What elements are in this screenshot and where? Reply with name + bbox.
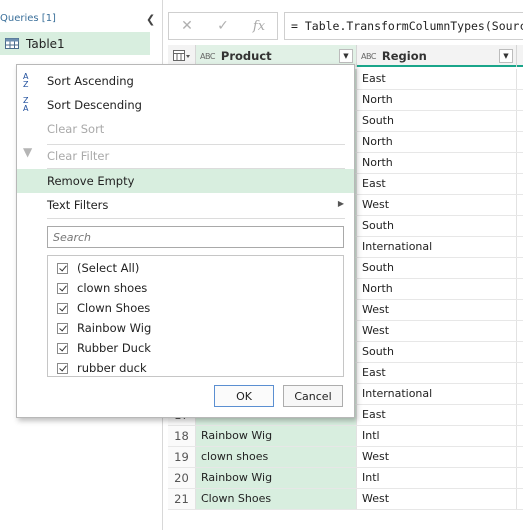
row-number: 21 — [168, 489, 196, 509]
checkbox[interactable] — [57, 322, 68, 334]
sort-ascending-item[interactable]: AZ Sort Ascending — [17, 69, 354, 93]
cell-region[interactable]: South — [357, 342, 517, 362]
cell-region[interactable]: Intl — [357, 426, 517, 446]
cell-region[interactable]: East — [357, 69, 517, 89]
remove-empty-item[interactable]: Remove Empty — [17, 169, 354, 193]
checklist-item[interactable]: (Select All) — [57, 258, 139, 278]
cell-product[interactable]: Rainbow Wig — [196, 426, 357, 446]
checklist-item-label: Rainbow Wig — [77, 321, 152, 335]
cell-region[interactable]: Intl — [357, 468, 517, 488]
column-header-region[interactable]: ABC Region ▼ — [357, 45, 517, 67]
menu-item-label: Sort Ascending — [47, 74, 134, 88]
cell-product[interactable]: Rainbow Wig — [196, 468, 357, 488]
cell-region[interactable]: North — [357, 153, 517, 173]
cell-region[interactable]: North — [357, 279, 517, 299]
checklist-item-label: rubber duck — [77, 361, 147, 375]
cell-region[interactable]: East — [357, 174, 517, 194]
filter-menu: AZ Sort Ascending ZA Sort Descending Cle… — [16, 64, 355, 418]
cell-region[interactable]: North — [357, 132, 517, 152]
checklist-item-label: Clown Shoes — [77, 301, 151, 315]
sort-ascending-icon: AZ — [23, 72, 29, 89]
menu-item-label: Remove Empty — [47, 174, 135, 188]
formula-bar: ✕ ✓ fx = Table.TransformColumnTypes(Sour… — [163, 0, 523, 45]
cell-region[interactable]: West — [357, 321, 517, 341]
checkbox[interactable] — [57, 342, 68, 354]
checklist-item[interactable]: Clown Shoes — [57, 298, 150, 318]
checklist-item-label: (Select All) — [77, 261, 140, 275]
checkbox[interactable] — [57, 262, 68, 274]
cell-product[interactable]: Clown Shoes — [196, 489, 357, 509]
text-filters-item[interactable]: Text Filters ▶ — [17, 193, 354, 217]
cell-region[interactable]: International — [357, 384, 517, 404]
cell-region[interactable]: South — [357, 111, 517, 131]
cell-region[interactable]: South — [357, 216, 517, 236]
checklist-item[interactable]: clown shoes — [57, 278, 147, 298]
value-checklist: (Select All) clown shoes Clown Shoes Rainbo… — [47, 255, 344, 377]
table-row[interactable]: 18 Rainbow Wig Intl — [168, 426, 523, 447]
cell-region[interactable]: South — [357, 258, 517, 278]
submenu-arrow-icon: ▶ — [337, 199, 344, 208]
filter-dropdown-button[interactable]: ▼ — [499, 49, 513, 63]
cell-product[interactable]: clown shoes — [196, 447, 357, 467]
queries-header: Queries [1] — [0, 13, 56, 24]
menu-item-label: Clear Sort — [47, 122, 105, 136]
query-item-table1[interactable]: Table1 — [0, 32, 150, 55]
checklist-item[interactable]: rubber duck — [57, 358, 147, 376]
menu-item-label: Text Filters — [47, 198, 109, 212]
collapse-chevron-icon[interactable]: ❮ — [146, 14, 156, 26]
ok-button[interactable]: OK — [214, 385, 274, 407]
checklist-item-label: Rubber Duck — [77, 341, 151, 355]
table-options-icon — [172, 50, 190, 61]
checklist-item[interactable]: Rubber Duck — [57, 338, 151, 358]
checkbox[interactable] — [57, 282, 68, 294]
sort-descending-item[interactable]: ZA Sort Descending — [17, 93, 354, 117]
cell-region[interactable]: West — [357, 447, 517, 467]
checklist-item-label: clown shoes — [77, 281, 148, 295]
column-label: Region — [381, 49, 427, 63]
cancel-button[interactable]: Cancel — [283, 385, 343, 407]
close-icon[interactable]: ✕ — [169, 18, 205, 34]
menu-item-label: Clear Filter — [47, 149, 110, 163]
clear-filter-item[interactable]: ▼ Clear Filter — [17, 144, 354, 168]
cell-region[interactable]: West — [357, 195, 517, 215]
sort-descending-icon: ZA — [23, 96, 29, 113]
formula-input[interactable]: = Table.TransformColumnTypes(Source — [284, 12, 523, 40]
cell-region[interactable]: East — [357, 405, 517, 425]
column-header-next[interactable] — [517, 45, 523, 67]
search-input[interactable] — [47, 226, 344, 248]
checklist-item[interactable]: Rainbow Wig — [57, 318, 151, 338]
table-row[interactable]: 21 Clown Shoes West — [168, 489, 523, 510]
checkbox[interactable] — [57, 302, 68, 314]
cell-region[interactable]: West — [357, 489, 517, 509]
cell-region[interactable]: West — [357, 300, 517, 320]
row-number: 18 — [168, 426, 196, 446]
filter-dropdown-button[interactable]: ▼ — [339, 49, 353, 63]
fx-icon[interactable]: fx — [241, 19, 277, 34]
column-label: Product — [220, 49, 272, 63]
text-type-icon[interactable]: ABC — [200, 52, 215, 61]
cell-region[interactable]: International — [357, 237, 517, 257]
query-item-label: Table1 — [26, 36, 65, 51]
table-row[interactable]: 19 clown shoes West — [168, 447, 523, 468]
menu-divider — [47, 218, 345, 219]
table-row[interactable]: 20 Rainbow Wig Intl — [168, 468, 523, 489]
cell-region[interactable]: North — [357, 90, 517, 110]
clear-filter-icon: ▼ — [23, 145, 33, 159]
table-icon — [5, 38, 19, 49]
checkbox[interactable] — [57, 362, 68, 374]
cell-region[interactable]: East — [357, 363, 517, 383]
formula-buttons: ✕ ✓ fx — [168, 12, 278, 40]
check-icon[interactable]: ✓ — [205, 18, 241, 34]
clear-sort-item[interactable]: Clear Sort — [17, 117, 354, 141]
row-number: 20 — [168, 468, 196, 488]
row-number: 19 — [168, 447, 196, 467]
menu-item-label: Sort Descending — [47, 98, 142, 112]
text-type-icon[interactable]: ABC — [361, 52, 376, 61]
